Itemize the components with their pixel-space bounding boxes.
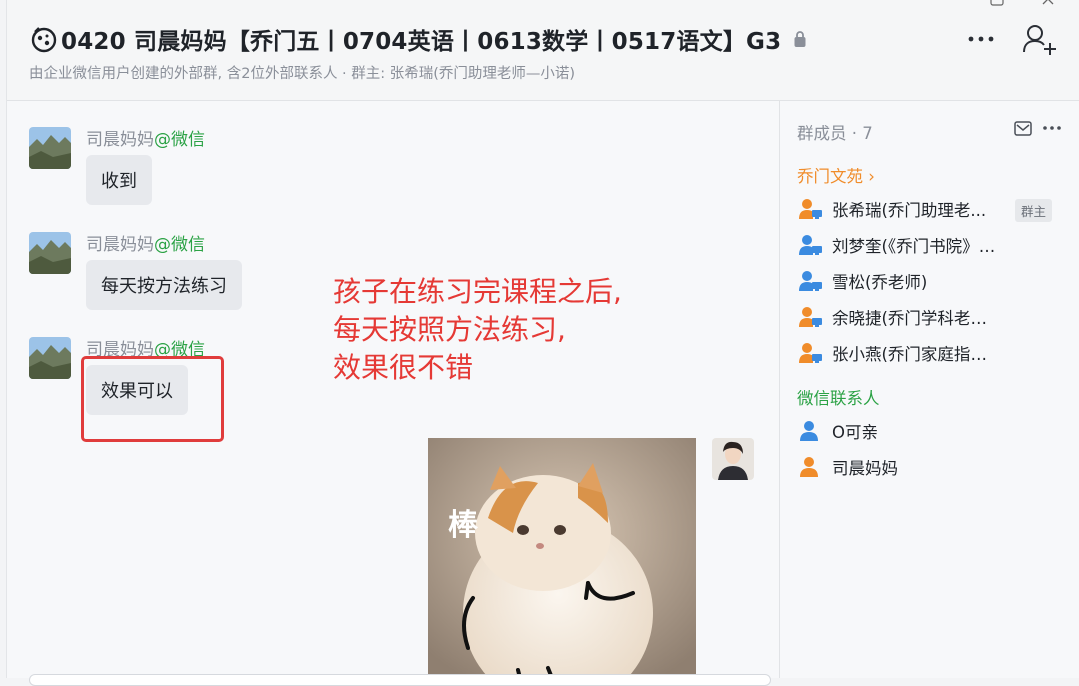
staff-user-icon [799,271,822,291]
member-group-title[interactable]: 微信联系人 [797,385,880,409]
member-item[interactable]: 余晓捷(乔门学科老师——... [799,305,1002,329]
members-count: 群成员 · 7 [797,124,873,143]
add-member-icon[interactable] [1021,22,1059,56]
message-bubble[interactable]: 收到 [86,155,152,205]
member-item[interactable]: 刘梦奎(《乔门书院》国家... [799,233,1002,257]
member-item[interactable]: O可亲 [799,419,878,443]
avatar[interactable] [712,438,754,480]
members-panel: 群成员 · 7 乔门文苑 › 张希瑞(乔门助理老... 群主 刘梦奎(《乔门书院… [779,101,1079,678]
message-list[interactable]: 司晨妈妈@微信 收到 司晨妈妈@微信 每天按方法练习 司晨妈妈@微信 效果可以 … [7,101,778,686]
more-options-icon[interactable] [964,26,998,52]
maximize-icon[interactable] [990,0,1004,6]
avatar[interactable] [29,232,71,274]
user-icon [800,457,818,477]
more-options-icon[interactable] [1042,123,1062,133]
group-avatar-icon [31,27,57,53]
chat-header: 0420 司晨妈妈【乔门五丨0704英语丨0613数学丨0517语文】G3 由企… [7,0,1079,101]
chevron-right-icon: › [863,167,875,186]
staff-user-icon [799,199,822,219]
sender-name: 司晨妈妈@微信 [86,130,205,150]
member-item[interactable]: 张希瑞(乔门助理老... [799,197,986,221]
user-icon [800,421,818,441]
lock-icon [794,31,806,47]
title-row: 0420 司晨妈妈【乔门五丨0704英语丨0613数学丨0517语文】G3 [29,22,807,56]
message-bubble[interactable]: 每天按方法练习 [86,260,242,310]
group-subtitle: 由企业微信用户创建的外部群, 含2位外部联系人 · 群主: 张希瑞(乔门助理老师… [29,66,576,82]
member-group-title[interactable]: 乔门文苑 › [797,163,875,187]
sticker-caption: 棒 [448,508,478,543]
sticker-image[interactable]: 棒 [428,438,696,678]
page-title: 0420 司晨妈妈【乔门五丨0704英语丨0613数学丨0517语文】G3 [61,29,782,55]
member-item[interactable]: 司晨妈妈 [799,455,898,479]
avatar[interactable] [29,337,71,379]
staff-user-icon [799,343,822,363]
member-item[interactable]: 雪松(乔老师) [799,269,927,293]
member-item[interactable]: 张小燕(乔门家庭指导师-西... [799,341,1002,365]
highlight-box [81,356,224,442]
staff-user-icon [799,307,822,327]
owner-badge: 群主 [1015,199,1053,222]
chat-window: 0420 司晨妈妈【乔门五丨0704英语丨0613数学丨0517语文】G3 由企… [6,0,1079,686]
mail-icon[interactable] [1014,121,1032,136]
sender-name: 司晨妈妈@微信 [86,235,205,255]
annotation-text: 孩子在练习完课程之后, 每天按照方法练习, 效果很不错 [333,275,622,384]
staff-user-icon [799,235,822,255]
avatar[interactable] [29,127,71,169]
close-icon[interactable] [1041,0,1055,6]
cat-sticker-icon [428,438,696,678]
message-input-box[interactable] [29,674,771,686]
